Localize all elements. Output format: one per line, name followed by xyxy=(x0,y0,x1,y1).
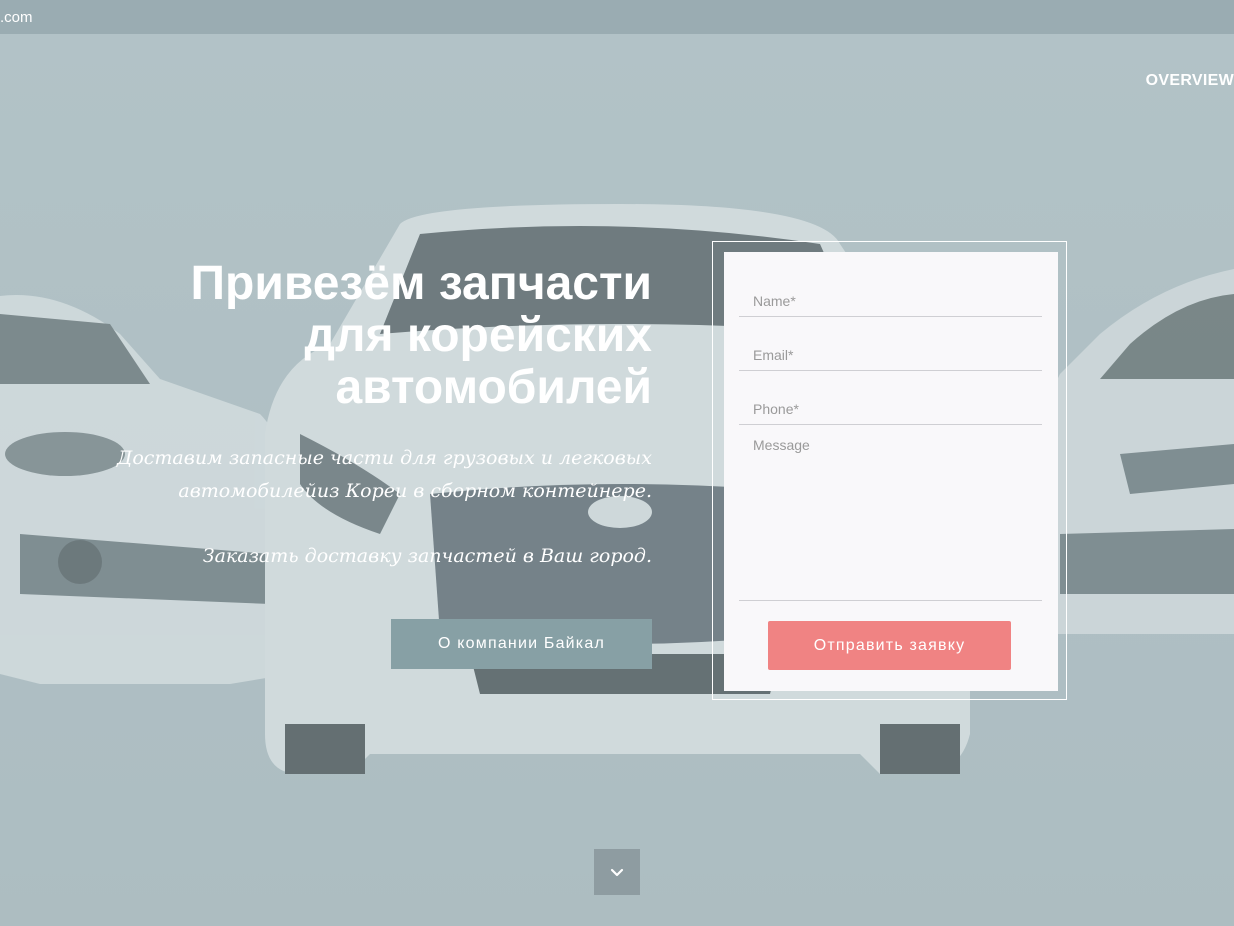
name-placeholder: Name* xyxy=(753,293,796,309)
nav-overview-link[interactable]: OVERVIEW xyxy=(1146,72,1234,90)
chevron-down-icon xyxy=(610,868,624,877)
hero-subtitle: Доставим запасные части для грузовых и л… xyxy=(116,447,652,502)
phone-field[interactable]: Phone* xyxy=(739,370,1042,425)
submit-request-button[interactable]: Отправить заявку xyxy=(768,621,1011,670)
scroll-down-button[interactable] xyxy=(594,849,640,895)
message-field[interactable]: Message xyxy=(739,424,1042,601)
browser-topbar: .com xyxy=(0,0,1234,34)
hero-title: Привезём запчасти для корейских автомоби… xyxy=(190,257,652,414)
name-field[interactable]: Name* xyxy=(739,262,1042,317)
about-company-button[interactable]: О компании Байкал xyxy=(391,619,652,669)
site-domain[interactable]: .com xyxy=(0,9,33,26)
request-form: Name* Email* Phone* Message Отправить за… xyxy=(724,252,1058,691)
phone-placeholder: Phone* xyxy=(753,401,799,417)
email-placeholder: Email* xyxy=(753,347,794,363)
email-field[interactable]: Email* xyxy=(739,316,1042,371)
hero-cta-text: Заказать доставку запчастей в Ваш город. xyxy=(202,545,652,567)
message-placeholder: Message xyxy=(753,437,810,453)
